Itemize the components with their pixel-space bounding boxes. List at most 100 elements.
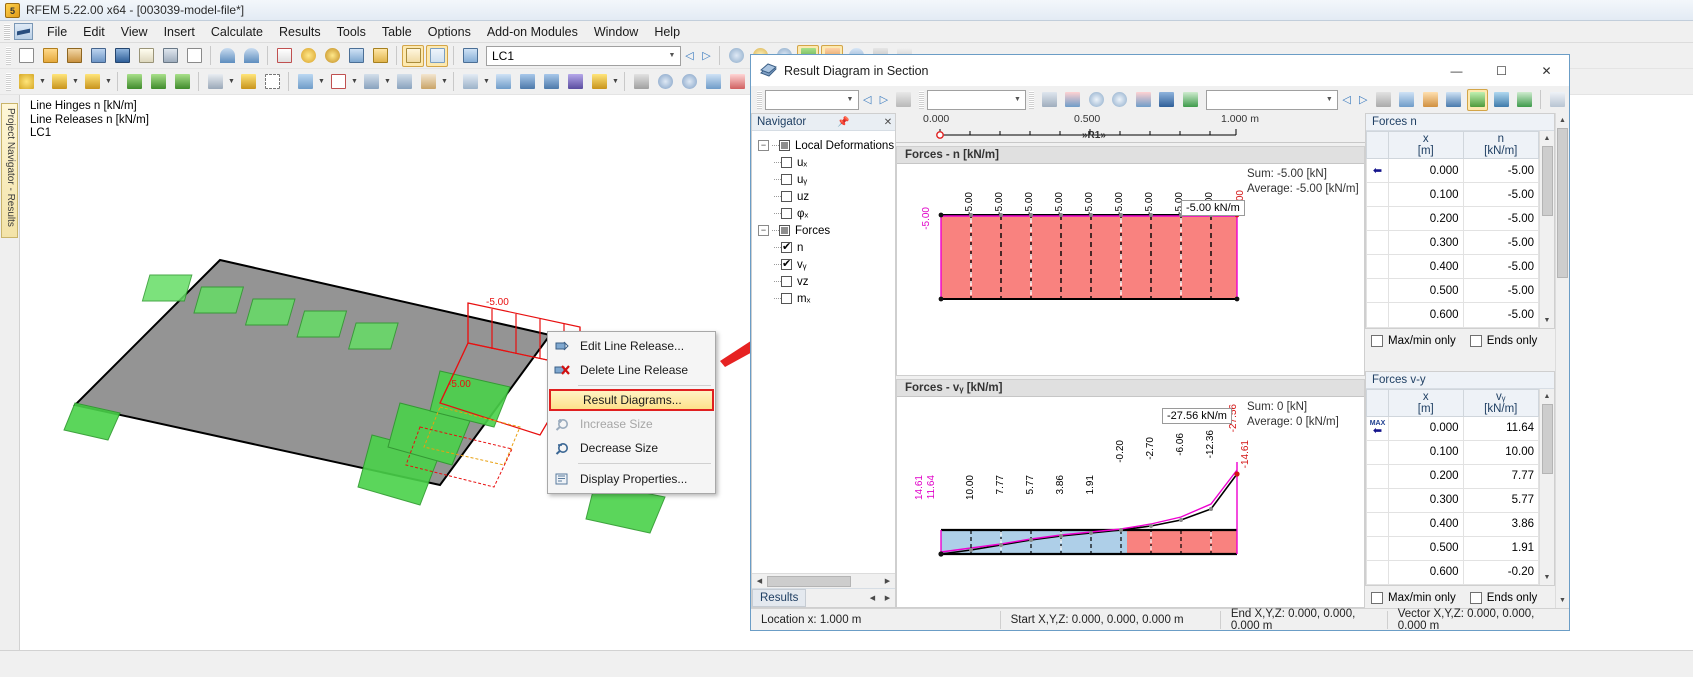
scroll-up-icon[interactable]: ▲ xyxy=(1540,389,1554,404)
new-member-xx-icon[interactable] xyxy=(237,71,259,93)
menu-results[interactable]: Results xyxy=(271,22,329,42)
new-grid-icon[interactable] xyxy=(261,71,283,93)
menu-table[interactable]: Table xyxy=(374,22,420,42)
tree-item-phix[interactable]: φₓ xyxy=(774,205,895,222)
scroll-right-icon[interactable]: ▶ xyxy=(880,574,895,588)
result-values-icon[interactable] xyxy=(345,45,367,67)
collapse-icon[interactable]: − xyxy=(758,140,769,151)
tree-checkbox[interactable] xyxy=(781,293,792,304)
next-load-case-button[interactable]: ▷ xyxy=(698,45,715,67)
menu-insert[interactable]: Insert xyxy=(156,22,203,42)
chart-forces-n[interactable]: Forces - n [kN/m] -5.00 -5.00 -5.00 -5.0… xyxy=(896,146,1365,376)
prev-load-case-button[interactable]: ◁ xyxy=(681,45,698,67)
tree-checkbox[interactable] xyxy=(779,140,790,151)
diagram-settings-icon[interactable] xyxy=(1514,89,1536,111)
maxmin-only-checkbox-vy[interactable] xyxy=(1371,592,1383,604)
new-nodal-load-icon[interactable] xyxy=(516,71,538,93)
tree-checkbox[interactable] xyxy=(781,174,792,185)
new-line-icon[interactable] xyxy=(48,71,70,93)
tree-checkbox[interactable] xyxy=(781,257,792,270)
new-opening-dropdown-icon[interactable]: ▼ xyxy=(350,71,359,93)
grid-lines-icon[interactable] xyxy=(1420,89,1442,111)
close-icon[interactable]: ✕ xyxy=(881,117,895,128)
new-surface-support-icon[interactable] xyxy=(171,71,193,93)
context-menu-item-decrease-size[interactable]: Decrease Size xyxy=(548,436,715,460)
dialog-title-bar[interactable]: Result Diagram in Section — ☐ ✕ xyxy=(751,55,1569,86)
toolbar-grip-2[interactable] xyxy=(6,72,11,91)
excel-export-icon[interactable] xyxy=(1180,89,1202,111)
tree-item-uz[interactable]: uᴢ xyxy=(774,188,895,205)
new-member-dropdown-icon[interactable]: ▼ xyxy=(227,71,236,93)
table-row[interactable]: 0.100 -5.00 xyxy=(1366,182,1540,208)
show-max-min-icon[interactable] xyxy=(1443,89,1465,111)
toolbar-grip[interactable] xyxy=(6,46,11,65)
pick-section-icon[interactable] xyxy=(893,89,915,111)
dialog-maximize-button[interactable]: ☐ xyxy=(1479,56,1524,86)
table-row[interactable]: ⬅ 0.000 -5.00 xyxy=(1366,157,1540,184)
prev-diagram-button[interactable]: ◁ xyxy=(1338,89,1355,111)
prev-section-button[interactable]: ◁ xyxy=(859,89,876,111)
result-diagram-dialog[interactable]: Result Diagram in Section — ☐ ✕ ▼ ◁ ▷ ▼ xyxy=(750,54,1570,632)
menu-grip[interactable] xyxy=(4,23,10,40)
smooth-curve-icon[interactable] xyxy=(1396,89,1418,111)
scroll-down-icon[interactable]: ▼ xyxy=(1556,593,1570,608)
chevron-down-icon[interactable]: ▼ xyxy=(842,91,858,109)
tree-item-ux[interactable]: uₓ xyxy=(774,154,895,171)
menu-window[interactable]: Window xyxy=(586,22,646,42)
new-line-support-icon[interactable] xyxy=(147,71,169,93)
table-n-vscrollbar[interactable]: ▲ ▼ xyxy=(1539,131,1554,328)
context-menu-item-display-properties[interactable]: Display Properties... xyxy=(548,467,715,491)
menu-view[interactable]: View xyxy=(113,22,156,42)
dialog-minimize-button[interactable]: — xyxy=(1434,56,1479,86)
menu-file[interactable]: File xyxy=(39,22,75,42)
fe-mesh-settings-icon[interactable] xyxy=(678,71,700,93)
menu-tools[interactable]: Tools xyxy=(329,22,374,42)
fe-mesh-icon[interactable] xyxy=(654,71,676,93)
diagram-type-combo[interactable]: ▼ xyxy=(1206,89,1339,110)
loadcase-selector-combo[interactable]: ▼ xyxy=(926,89,1027,110)
table-row[interactable]: MAX ⬅ 0.000 11.64 xyxy=(1366,415,1540,441)
tree-checkbox[interactable] xyxy=(781,157,792,168)
print-preview-icon[interactable] xyxy=(183,45,205,67)
pin-icon[interactable]: 📌 xyxy=(837,117,851,128)
new-solid-3-dropdown-icon[interactable]: ▼ xyxy=(440,71,449,93)
next-diagram-button[interactable]: ▷ xyxy=(1355,89,1372,111)
new-member-icon[interactable] xyxy=(204,71,226,93)
context-menu[interactable]: Edit Line Release... Delete Line Release… xyxy=(547,331,716,494)
navigator-tree[interactable]: − Local Deformations uₓ uᵧ uᴢ φₓ − Force… xyxy=(752,131,895,573)
chevron-down-icon[interactable]: ▼ xyxy=(664,47,680,65)
project-navigator-tab[interactable]: Project Navigator - Results xyxy=(1,103,18,238)
zoom-window-icon[interactable] xyxy=(725,45,747,67)
menu-help[interactable]: Help xyxy=(646,22,688,42)
new-icon[interactable] xyxy=(15,45,37,67)
tree-item-vz[interactable]: vᴢ xyxy=(774,273,895,290)
dialog-close-button[interactable]: ✕ xyxy=(1524,56,1569,86)
table-row[interactable]: 0.400 -5.00 xyxy=(1366,254,1540,280)
dialog-toolbar-grip[interactable] xyxy=(757,90,762,109)
tab-next-icon[interactable]: ▶ xyxy=(880,591,895,605)
load-case-new-icon[interactable] xyxy=(459,45,481,67)
open-recent-icon[interactable] xyxy=(63,45,85,67)
multi-diagram-icon[interactable] xyxy=(1490,89,1512,111)
load-case-combo[interactable]: LC1 ▼ xyxy=(486,45,681,66)
ends-only-checkbox-n[interactable] xyxy=(1469,334,1482,347)
open-network-icon[interactable] xyxy=(87,45,109,67)
new-surface-load-icon[interactable] xyxy=(564,71,586,93)
tab-prev-icon[interactable]: ◀ xyxy=(865,591,880,605)
show-values-icon[interactable] xyxy=(1373,89,1395,111)
navigator-tab-results[interactable]: Results xyxy=(752,589,807,607)
table-row[interactable]: 0.100 10.00 xyxy=(1366,439,1540,465)
menu-addon-modules[interactable]: Add-on Modules xyxy=(479,22,586,42)
new-free-load-icon[interactable] xyxy=(588,71,610,93)
export-icon[interactable] xyxy=(1062,89,1084,111)
new-load-icon[interactable] xyxy=(492,71,514,93)
menu-calculate[interactable]: Calculate xyxy=(203,22,271,42)
dialog-vscrollbar[interactable]: ▲ ▼ xyxy=(1555,113,1569,608)
context-menu-item-result-diagrams[interactable]: Result Diagrams... xyxy=(549,389,714,411)
mesh-icon[interactable] xyxy=(630,71,652,93)
table-row[interactable]: 0.300 -5.00 xyxy=(1366,230,1540,256)
result-panel-icon[interactable] xyxy=(369,45,391,67)
open-icon[interactable] xyxy=(39,45,61,67)
reset-zoom-icon[interactable] xyxy=(1133,89,1155,111)
scroll-up-icon[interactable]: ▲ xyxy=(1540,131,1554,146)
